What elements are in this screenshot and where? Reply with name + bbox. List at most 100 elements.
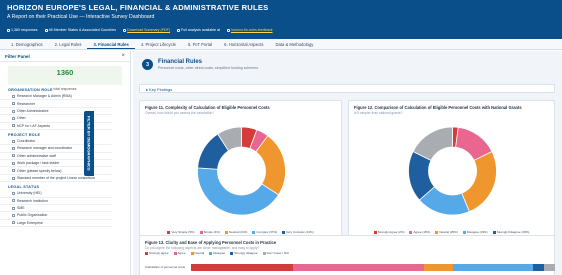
checkbox-icon[interactable] [12, 109, 15, 113]
response-count: 1360 total responses [8, 66, 122, 91]
figure-11-title: Figure 11. Complexity of Calculation of … [145, 105, 270, 110]
checkbox-icon[interactable] [12, 124, 15, 128]
figure-13-row-label: Calculation of personnel costs [145, 265, 186, 269]
header-meta: 1,360 responses 46 Member States & Associ… [7, 28, 273, 32]
legend-label: Strongly agree [149, 251, 169, 255]
stacked-segment-disagree[interactable] [453, 264, 534, 271]
tab-0[interactable]: 1. Demographics [5, 39, 49, 49]
filter-option[interactable]: Other (please specify below) [0, 167, 112, 175]
checkbox-icon[interactable] [12, 147, 15, 151]
section-tabs: 1. Demographics 2. Legal Rules 3. Financia… [0, 39, 562, 50]
legend-item: Simple (4%) [199, 230, 220, 234]
filter-option-label: University (HEI) [17, 191, 42, 196]
filter-option[interactable]: Research Institution [0, 198, 112, 205]
donut-slice-neutral[interactable] [461, 151, 497, 213]
checkbox-icon[interactable] [12, 116, 15, 120]
tab-4[interactable]: 5. FnT Portal [182, 39, 218, 49]
legend-item: Don't know / N/A [262, 251, 289, 255]
legend-label: Strongly disagree [234, 251, 258, 255]
checkbox-icon[interactable] [12, 199, 15, 203]
filter-option[interactable]: SME [0, 205, 112, 213]
legend-label: Strongly Disagree (18%) [496, 230, 530, 234]
checkbox-icon[interactable] [12, 221, 15, 225]
filter-panel-header: Filter Panel × [0, 51, 130, 62]
stacked-segment-agree[interactable] [292, 264, 424, 271]
section-subtitle: Personnel costs, other direct costs, sim… [158, 66, 259, 70]
legend-label: Strongly Agree (2%) [377, 230, 405, 234]
filter-option[interactable]: University (HEI) [0, 190, 112, 198]
info-icon [123, 28, 127, 32]
tab-3[interactable]: 4. Project Lifecycle [135, 39, 182, 49]
filter-option[interactable]: Research manager and coordinator [0, 145, 112, 153]
checkbox-icon[interactable] [12, 176, 15, 180]
filter-option[interactable]: Other administrative staff [0, 153, 112, 160]
filter-option-label: SME [17, 206, 25, 211]
tab-6[interactable]: Data & Methodology [269, 39, 319, 49]
tab-2[interactable]: 3. Financial Rules [87, 39, 135, 49]
section-header: 3 Financial Rules Personnel costs, other… [142, 59, 258, 70]
stacked-segment-strongly-agree[interactable] [191, 264, 293, 271]
stacked-segment-neutral[interactable] [423, 264, 454, 271]
header-meta-link[interactable]: horizon-fin-rules-feedback [227, 28, 273, 32]
legend-label: Agree (15%) [413, 230, 431, 234]
key-findings-toggle[interactable]: ▸ Key Findings [139, 84, 555, 93]
info-icon [177, 28, 181, 32]
filter-option-label: Large Enterprise [17, 220, 43, 225]
tab-1[interactable]: 2. Legal Rules [49, 39, 88, 49]
legend-item: Neutral [190, 251, 204, 255]
header-meta-item: 46 Member States & Associated Countries [44, 28, 116, 32]
stacked-segment-strongly-disagree[interactable] [533, 264, 545, 271]
tab-5[interactable]: 6. Horizontal Aspects [218, 39, 269, 49]
filter-option[interactable]: Coordinator [0, 138, 112, 146]
legend-swatch [282, 230, 286, 234]
section-number: 3 [142, 59, 153, 70]
figure-12-title: Figure 12. Comparison of Calculation of … [354, 105, 522, 110]
filter-option[interactable]: Researcher [0, 100, 112, 108]
filter-option[interactable]: Other Administrative [0, 108, 112, 116]
legend-swatch [492, 230, 496, 234]
header-meta-text: Full analysis available at [181, 28, 220, 32]
info-icon [7, 28, 10, 32]
legend-label: Agree [177, 251, 186, 255]
close-icon[interactable]: × [121, 53, 125, 59]
legend-swatch [209, 251, 213, 255]
filter-groups: ORGANISATION ROLE Research Manager & Admi… [0, 85, 130, 227]
filter-toggle-tab[interactable]: FILTER BY DEMOGRAPHICS [84, 111, 94, 176]
header-meta-link[interactable]: Download Summary (PDF) [123, 28, 170, 32]
legend-label: Simple (4%) [203, 230, 220, 234]
filter-option[interactable]: Public Organisation [0, 212, 112, 220]
legend-swatch [462, 230, 466, 234]
checkbox-icon[interactable] [12, 191, 15, 195]
legend-swatch [409, 230, 413, 234]
checkbox-icon[interactable] [12, 206, 15, 210]
stacked-segment-don-t-know-n-a[interactable] [544, 264, 555, 271]
figure-13-stacked-bar [191, 264, 555, 271]
checkbox-icon[interactable] [12, 102, 15, 106]
filter-option[interactable]: Other [0, 115, 112, 123]
filter-option[interactable]: Work package / task leader [0, 160, 112, 168]
filter-option-label: Other administrative staff [17, 153, 56, 158]
checkbox-icon[interactable] [12, 161, 15, 165]
header-meta-item: Full analysis available at [177, 28, 220, 32]
section-title: Financial Rules [158, 59, 203, 65]
filter-option[interactable]: Large Enterprise [0, 220, 112, 227]
filter-option-label: Researcher [17, 101, 36, 106]
checkbox-icon[interactable] [12, 154, 15, 158]
legend-item: Very Complex (13%) [282, 230, 314, 234]
filter-option-label: Standard member of the project Linear co… [17, 175, 96, 180]
checkbox-icon[interactable] [12, 169, 15, 173]
legend-swatch [199, 230, 203, 234]
checkbox-icon[interactable] [12, 214, 15, 218]
filter-option[interactable]: Research Manager & Admin (RMA) [0, 93, 112, 101]
checkbox-icon[interactable] [12, 94, 15, 98]
legend-label: Disagree [213, 251, 226, 255]
header-meta-link-text: horizon-fin-rules-feedback [231, 28, 273, 32]
filter-option-label: Work package / task leader [17, 161, 60, 166]
info-icon [44, 28, 48, 32]
legend-swatch [262, 251, 266, 255]
checkbox-icon[interactable] [12, 139, 15, 143]
header-meta-text: 1,360 responses [11, 28, 38, 32]
filter-option[interactable]: NCP for LAF Aspects [0, 123, 112, 130]
legend-swatch [190, 251, 194, 255]
filter-option[interactable]: Standard member of the project Linear co… [0, 175, 112, 183]
